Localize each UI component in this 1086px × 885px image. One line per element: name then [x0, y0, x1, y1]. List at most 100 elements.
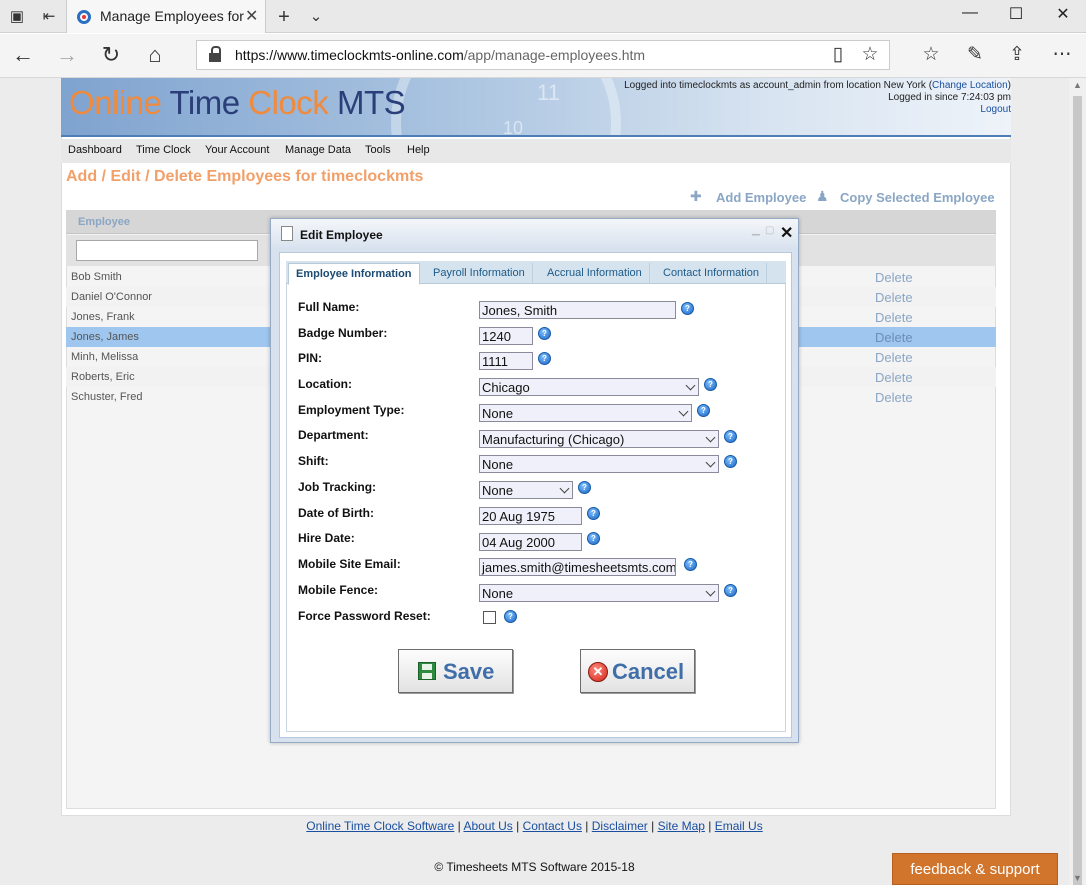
tab-contact-information[interactable]: Contact Information — [656, 263, 767, 284]
close-window-icon[interactable]: ✕ — [1048, 4, 1078, 24]
footer-link-contact[interactable]: Contact Us — [523, 819, 582, 833]
scroll-up-icon[interactable]: ▲ — [1073, 80, 1082, 90]
help-icon[interactable]: ? — [684, 558, 697, 571]
delete-link[interactable]: Delete — [875, 350, 913, 365]
forward-icon[interactable]: → — [52, 42, 82, 68]
web-note-icon[interactable]: ✎ — [962, 43, 988, 66]
site-logo[interactable]: Online Time Clock MTS — [69, 84, 406, 122]
login-info: Logged into timeclockmts as account_admi… — [624, 80, 1011, 116]
save-button-label: Save — [443, 659, 495, 684]
scrollbar-thumb[interactable] — [1073, 96, 1082, 885]
tab-employee-information[interactable]: Employee Information — [288, 263, 420, 285]
minimize-dialog-icon[interactable]: ▁ — [752, 225, 760, 236]
copy-selected-employee-button[interactable]: Copy Selected Employee — [840, 190, 995, 205]
scroll-down-icon[interactable]: ▼ — [1073, 873, 1082, 883]
delete-link[interactable]: Delete — [875, 370, 913, 385]
save-button[interactable]: Save — [398, 649, 513, 693]
copy-employee-icon[interactable]: ♟ — [816, 188, 829, 205]
pin-field[interactable]: 1111 — [479, 352, 533, 370]
department-label: Department: — [298, 428, 369, 442]
add-employee-button[interactable]: Add Employee — [716, 190, 806, 205]
help-icon[interactable]: ? — [724, 455, 737, 468]
pin-label: PIN: — [298, 351, 322, 365]
department-select[interactable]: Manufacturing (Chicago) — [479, 430, 719, 448]
delete-link[interactable]: Delete — [875, 390, 913, 405]
footer-link-email[interactable]: Email Us — [715, 819, 763, 833]
shift-label: Shift: — [298, 454, 329, 468]
footer-link-software[interactable]: Online Time Clock Software — [306, 819, 454, 833]
help-icon[interactable]: ? — [704, 378, 717, 391]
help-icon[interactable]: ? — [504, 610, 517, 623]
home-icon[interactable]: ⌂ — [140, 42, 170, 68]
change-location-link[interactable]: Change Location — [932, 80, 1008, 91]
mobile-site-email-field[interactable]: james.smith@timesheetsmts.com — [479, 558, 676, 576]
url-field[interactable]: https://www.timeclockmts-online.com/app/… — [196, 40, 890, 70]
help-icon[interactable]: ? — [538, 352, 551, 365]
delete-link[interactable]: Delete — [875, 330, 913, 345]
close-tab-icon[interactable]: ✕ — [245, 6, 258, 26]
location-select[interactable]: Chicago — [479, 378, 699, 396]
menu-manage-data[interactable]: Manage Data — [285, 144, 351, 156]
job-tracking-select[interactable]: None — [479, 481, 573, 499]
date-of-birth-field[interactable]: 20 Aug 1975 — [479, 507, 582, 525]
delete-link[interactable]: Delete — [875, 290, 913, 305]
delete-link[interactable]: Delete — [875, 270, 913, 285]
employee-filter-input[interactable] — [76, 240, 258, 261]
help-icon[interactable]: ? — [538, 327, 551, 340]
close-dialog-icon[interactable]: ✕ — [780, 223, 793, 243]
page-scrollbar[interactable]: ▲ ▼ — [1069, 78, 1086, 885]
minimize-window-icon[interactable]: — — [955, 4, 985, 22]
footer-links: Online Time Clock Software | About Us | … — [306, 819, 763, 833]
help-icon[interactable]: ? — [587, 532, 600, 545]
browser-tab[interactable]: Manage Employees for ✕ — [66, 0, 266, 33]
url-text: https://www.timeclockmts-online.com/app/… — [235, 47, 645, 63]
mobile-fence-select[interactable]: None — [479, 584, 719, 602]
menu-time-clock[interactable]: Time Clock — [136, 144, 191, 156]
new-tab-icon[interactable]: + — [273, 6, 295, 28]
footer-link-about[interactable]: About Us — [463, 819, 512, 833]
favorite-star-icon[interactable]: ☆ — [857, 43, 883, 66]
help-icon[interactable]: ? — [724, 430, 737, 443]
column-header-employee[interactable]: Employee — [78, 216, 130, 228]
cancel-button[interactable]: ✕ Cancel — [580, 649, 695, 693]
help-icon[interactable]: ? — [697, 404, 710, 417]
location-label: Location: — [298, 377, 352, 391]
dialog-titlebar[interactable]: Edit Employee ▁ ▢ ✕ — [271, 219, 798, 249]
tab-payroll-information[interactable]: Payroll Information — [426, 263, 533, 284]
set-tabs-aside-icon[interactable]: ⇤ — [38, 6, 60, 28]
help-icon[interactable]: ? — [578, 481, 591, 494]
maximize-window-icon[interactable]: ☐ — [1001, 4, 1031, 24]
dialog-body: Employee Information Payroll Information… — [279, 252, 792, 738]
tab-list-chevron-icon[interactable]: ⌄ — [305, 6, 327, 28]
maximize-dialog-icon[interactable]: ▢ — [765, 225, 774, 236]
menu-tools[interactable]: Tools — [365, 144, 391, 156]
delete-link[interactable]: Delete — [875, 310, 913, 325]
logo-word-clock: Clock — [248, 84, 329, 121]
menu-help[interactable]: Help — [407, 144, 430, 156]
hire-date-field[interactable]: 04 Aug 2000 — [479, 533, 582, 551]
refresh-icon[interactable]: ↻ — [96, 42, 126, 68]
shift-select[interactable]: None — [479, 455, 719, 473]
feedback-support-button[interactable]: feedback & support — [892, 853, 1058, 885]
menu-dashboard[interactable]: Dashboard — [68, 144, 122, 156]
reading-view-icon[interactable]: ▯ — [825, 43, 851, 66]
force-password-reset-checkbox[interactable] — [483, 611, 496, 624]
help-icon[interactable]: ? — [724, 584, 737, 597]
back-icon[interactable]: ← — [8, 42, 38, 68]
more-menu-icon[interactable]: ⋯ — [1049, 43, 1075, 66]
tab-accrual-information[interactable]: Accrual Information — [540, 263, 650, 284]
share-icon[interactable]: ⇪ — [1004, 43, 1030, 66]
menu-your-account[interactable]: Your Account — [205, 144, 269, 156]
favorites-hub-icon[interactable]: ☆ — [918, 43, 944, 66]
footer-link-disclaimer[interactable]: Disclaimer — [592, 819, 648, 833]
help-icon[interactable]: ? — [681, 302, 694, 315]
tab-actions-icon[interactable]: ▣ — [6, 6, 28, 28]
footer-link-sitemap[interactable]: Site Map — [658, 819, 705, 833]
badge-number-field[interactable]: 1240 — [479, 327, 533, 345]
employee-name: Minh, Melissa — [71, 351, 139, 363]
logout-link[interactable]: Logout — [624, 104, 1011, 116]
employment-type-select[interactable]: None — [479, 404, 692, 422]
help-icon[interactable]: ? — [587, 507, 600, 520]
full-name-field[interactable]: Jones, Smith — [479, 301, 676, 319]
add-employee-icon[interactable]: ✚ — [690, 188, 702, 205]
